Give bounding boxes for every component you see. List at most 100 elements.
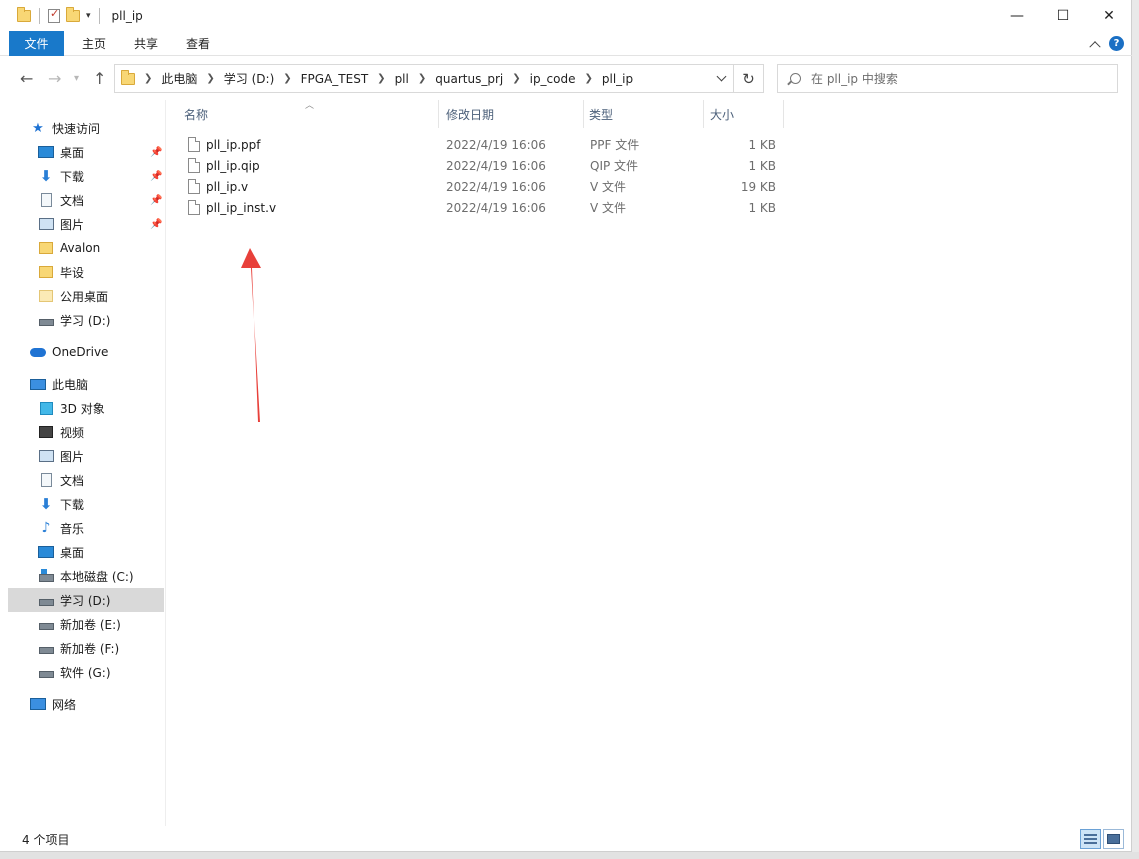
file-type: PPF 文件: [590, 138, 640, 152]
breadcrumb-fpga-test[interactable]: FPGA_TEST: [301, 72, 369, 86]
forward-arrow-icon[interactable]: →: [48, 69, 61, 88]
refresh-icon: ↻: [742, 69, 755, 88]
column-divider[interactable]: [583, 100, 584, 128]
nav-label: 新加卷 (F:): [60, 641, 120, 656]
window-shadow: [0, 852, 1139, 859]
nav-label: 3D 对象: [60, 401, 105, 416]
recent-locations-chevron-icon[interactable]: ▾: [74, 73, 79, 84]
column-divider[interactable]: [703, 100, 704, 128]
nav-label: 下载: [60, 169, 85, 184]
column-header-type[interactable]: 类型: [589, 100, 613, 128]
nav-label: OneDrive: [52, 345, 109, 359]
window-shadow: [1132, 0, 1139, 859]
file-date: 2022/4/19 16:06: [446, 158, 546, 173]
file-date: 2022/4/19 16:06: [446, 179, 546, 194]
pin-icon[interactable]: 📌: [150, 171, 162, 182]
desktop-icon: [38, 146, 54, 158]
nav-quick-access[interactable]: ★ 快速访问: [30, 116, 186, 140]
desktop-icon: [38, 546, 54, 558]
tab-file[interactable]: 文件: [9, 30, 64, 56]
system-drive-icon: [38, 569, 54, 582]
navigation-pane: ★ 快速访问 桌面 ⬇ 下载 文档 图片 Avalon 毕设 公用桌面 学习 (…: [0, 100, 166, 826]
nav-item-drive-d[interactable]: 学习 (D:): [8, 588, 164, 612]
minimize-button[interactable]: —: [994, 0, 1040, 31]
help-icon[interactable]: ?: [1109, 36, 1124, 51]
address-bar[interactable]: ❯ 此电脑 ❯ 学习 (D:) ❯ FPGA_TEST ❯ pll ❯ quar…: [114, 64, 734, 93]
3d-objects-icon: [39, 401, 53, 415]
breadcrumb: ❯ 此电脑 ❯ 学习 (D:) ❯ FPGA_TEST ❯ pll ❯ quar…: [135, 70, 633, 87]
file-size: 1 KB: [748, 158, 776, 173]
file-type: V 文件: [590, 201, 627, 215]
breadcrumb-pll-ip[interactable]: pll_ip: [602, 72, 633, 86]
folder-icon: [39, 266, 53, 278]
large-icons-view-button[interactable]: [1103, 829, 1124, 849]
nav-label: 音乐: [60, 521, 85, 536]
nav-network[interactable]: 网络: [30, 692, 186, 716]
tab-share[interactable]: 共享: [120, 31, 172, 56]
maximize-button[interactable]: ☐: [1040, 0, 1086, 31]
drive-icon: [38, 598, 54, 606]
search-placeholder: 在 pll_ip 中搜索: [811, 72, 898, 86]
column-divider[interactable]: [783, 100, 784, 128]
breadcrumb-pll[interactable]: pll: [395, 72, 409, 86]
refresh-button[interactable]: ↻: [734, 64, 764, 93]
breadcrumb-quartus-prj[interactable]: quartus_prj: [435, 72, 503, 86]
cloud-icon: [30, 347, 46, 357]
nav-onedrive[interactable]: OneDrive: [30, 340, 186, 364]
search-icon: [790, 73, 801, 84]
breadcrumb-this-pc[interactable]: 此电脑: [161, 70, 197, 87]
properties-icon[interactable]: [48, 7, 60, 23]
pin-icon[interactable]: 📌: [150, 219, 162, 230]
explorer-window: ▾ pll_ip — ☐ ✕ 文件 主页 共享 查看 ? ← → ▾ ↑ ❯ 此…: [0, 0, 1132, 852]
breadcrumb-drive-d[interactable]: 学习 (D:): [224, 70, 274, 87]
new-folder-icon[interactable]: [66, 6, 80, 22]
breadcrumb-ip-code[interactable]: ip_code: [530, 72, 576, 86]
customize-toolbar-chevron-icon[interactable]: ▾: [86, 11, 91, 21]
network-icon: [30, 698, 46, 710]
up-arrow-icon[interactable]: ↑: [93, 69, 106, 88]
close-button[interactable]: ✕: [1086, 0, 1132, 31]
tab-home[interactable]: 主页: [68, 31, 120, 56]
video-icon: [39, 426, 53, 438]
breadcrumb-separator-icon[interactable]: ❯: [377, 73, 385, 84]
ribbon-right-controls: ?: [1089, 36, 1124, 52]
drive-icon: [38, 646, 54, 654]
nav-this-pc[interactable]: 此电脑: [30, 372, 186, 396]
expand-ribbon-chevron-icon[interactable]: [1089, 40, 1101, 52]
breadcrumb-separator-icon[interactable]: ❯: [512, 73, 520, 84]
download-icon: ⬇: [39, 495, 53, 513]
drive-icon: [38, 318, 54, 326]
breadcrumb-separator-icon[interactable]: ❯: [585, 73, 593, 84]
quick-access-toolbar: ▾: [17, 6, 102, 24]
column-divider[interactable]: [438, 100, 439, 128]
music-icon: ♪: [41, 520, 51, 536]
breadcrumb-separator-icon[interactable]: ❯: [206, 73, 214, 84]
navigation-bar: ← → ▾ ↑ ❯ 此电脑 ❯ 学习 (D:) ❯ FPGA_TEST ❯ pl…: [0, 56, 1132, 100]
breadcrumb-separator-icon[interactable]: ❯: [283, 73, 291, 84]
folder-icon: [17, 6, 31, 22]
pin-icon[interactable]: 📌: [150, 195, 162, 206]
details-view-button[interactable]: [1080, 829, 1101, 849]
address-dropdown-chevron-icon[interactable]: [716, 71, 727, 82]
nav-label: 软件 (G:): [60, 665, 111, 680]
search-input[interactable]: 在 pll_ip 中搜索: [777, 64, 1118, 93]
column-header-date[interactable]: 修改日期: [446, 100, 494, 128]
download-icon: ⬇: [39, 167, 53, 185]
nav-label: 此电脑: [52, 377, 89, 392]
details-view-icon: [1084, 834, 1097, 844]
nav-label: 桌面: [60, 545, 85, 560]
window-title: pll_ip: [111, 8, 143, 23]
nav-label: 下载: [60, 497, 85, 512]
nav-label: 本地磁盘 (C:): [60, 569, 134, 584]
pin-icon[interactable]: 📌: [150, 147, 162, 158]
drive-icon: [38, 670, 54, 678]
picture-icon: [38, 218, 54, 230]
file-date: 2022/4/19 16:06: [446, 137, 546, 152]
document-icon: [40, 193, 52, 207]
back-arrow-icon[interactable]: ←: [20, 69, 33, 88]
annotation-arrow-icon: [241, 248, 261, 422]
breadcrumb-separator-icon[interactable]: ❯: [418, 73, 426, 84]
column-header-size[interactable]: 大小: [710, 100, 734, 128]
tab-view[interactable]: 查看: [172, 31, 224, 56]
file-size: 1 KB: [748, 200, 776, 215]
